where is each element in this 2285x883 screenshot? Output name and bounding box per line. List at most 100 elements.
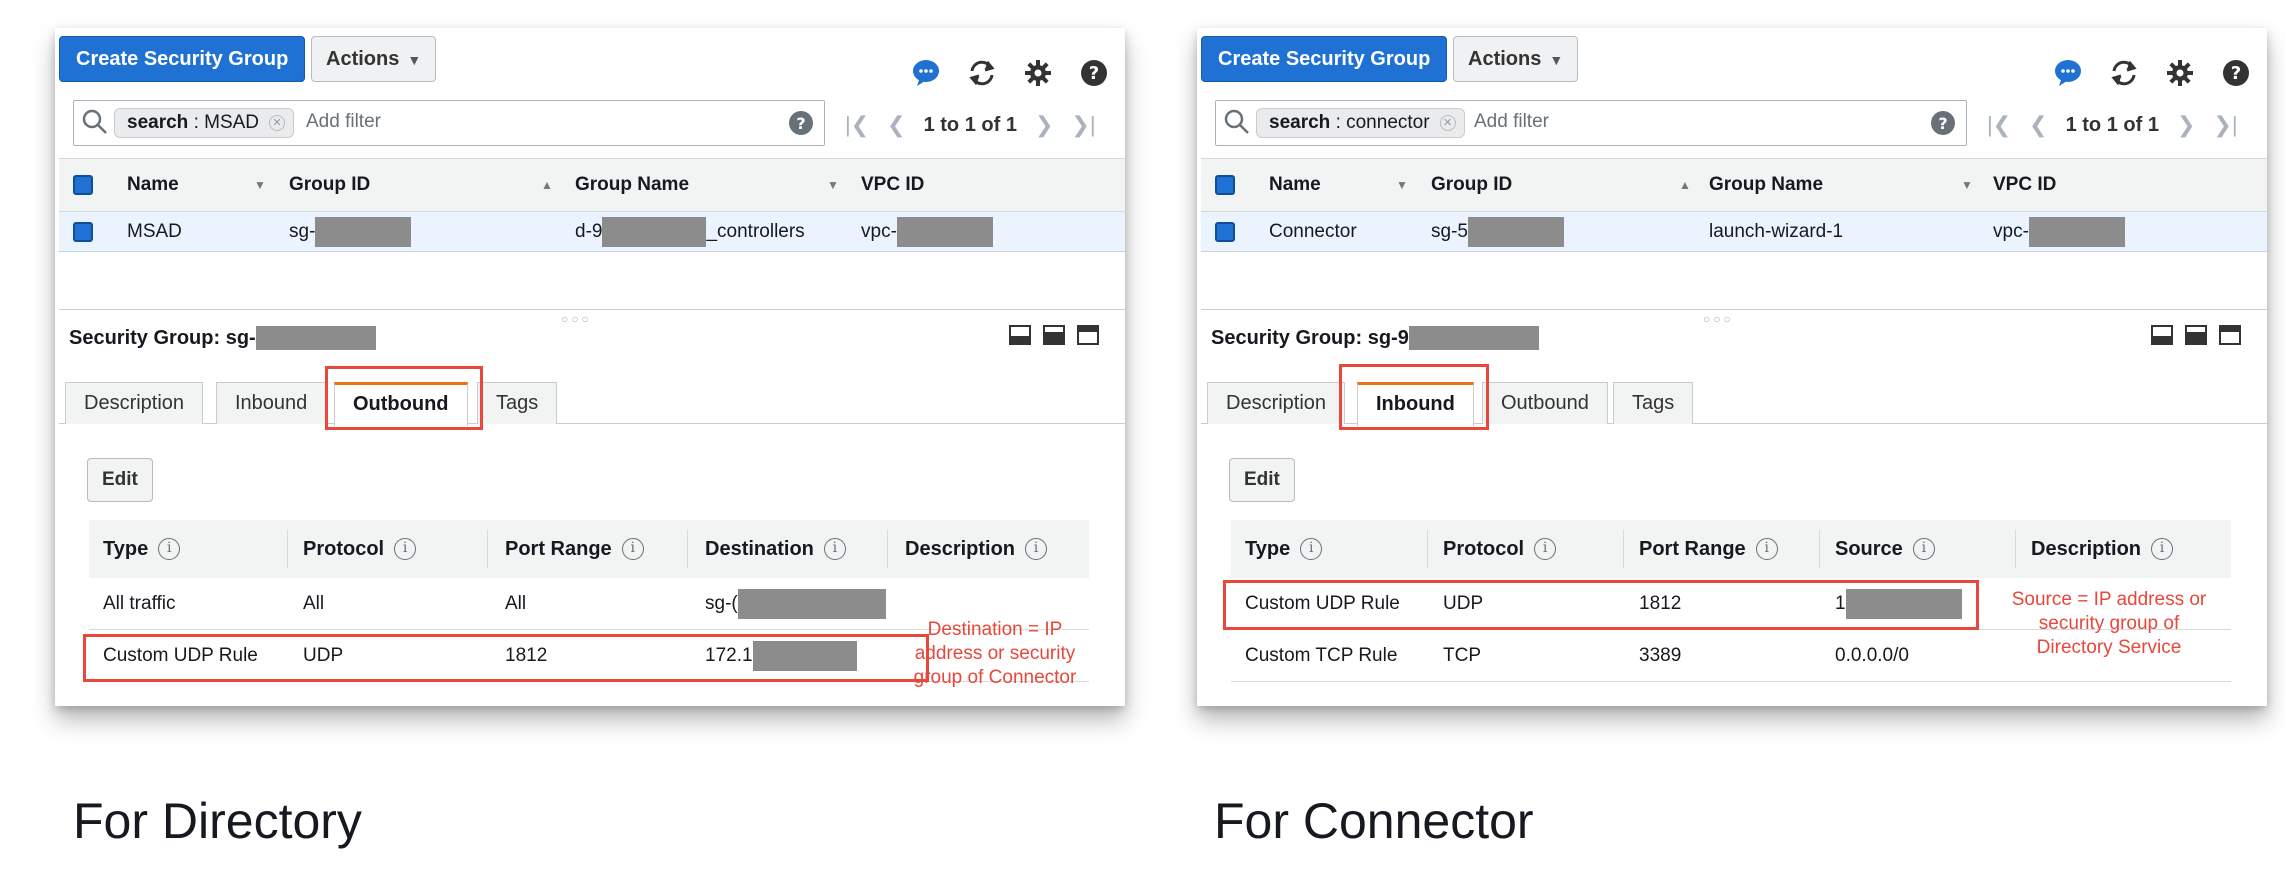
layout-bottom-icon[interactable] (1009, 325, 1031, 345)
security-group-title: Security Group: sg-9 (1211, 326, 1539, 350)
settings-gear-icon[interactable] (2163, 56, 2197, 90)
actions-dropdown-button[interactable]: Actions ▼ (311, 36, 437, 82)
refresh-icon[interactable] (965, 56, 999, 90)
drag-handle-icon[interactable]: ○○○ (1703, 312, 1734, 326)
row-checkbox[interactable] (73, 222, 93, 242)
rule-source: 0.0.0.0/0 (1835, 644, 1909, 666)
filter-help-icon[interactable]: ? (1930, 110, 1956, 141)
svg-text:?: ? (796, 114, 805, 133)
last-page-icon[interactable]: ❯| (2213, 112, 2237, 138)
col-vpc-id[interactable]: VPC ID (861, 159, 924, 211)
group-name-text: launch-wizard-1 (1709, 220, 1844, 242)
row-vpc-id: vpc- (1993, 212, 2125, 251)
col-vpc-id[interactable]: VPC ID (1993, 159, 2056, 211)
help-icon[interactable]: ? (1077, 56, 1111, 90)
col-group-name[interactable]: Group Name (1709, 159, 1823, 211)
search-filter-chip[interactable]: search : connector ✕ (1256, 108, 1465, 138)
table-row[interactable]: Connector sg-5 launch-wizard-1 vpc- (1201, 212, 2267, 252)
search-filter-bar[interactable]: search : connector ✕ Add filter ? (1215, 100, 1967, 146)
pagination: |❮ ❮ 1 to 1 of 1 ❯ ❯| (845, 112, 1096, 138)
first-page-icon[interactable]: |❮ (1987, 112, 2011, 138)
drag-handle-icon[interactable]: ○○○ (561, 312, 592, 326)
col-protocol: Protocol i (1443, 520, 1557, 578)
sort-ascending-icon[interactable]: ▲ (541, 178, 553, 192)
sort-ascending-icon[interactable]: ▲ (1679, 178, 1691, 192)
col-type-label: Type (103, 537, 149, 560)
help-icon[interactable]: ? (2219, 56, 2253, 90)
filter-help-icon[interactable]: ? (788, 110, 814, 141)
col-name[interactable]: Name (1269, 159, 1321, 211)
info-icon[interactable]: i (1755, 538, 1778, 560)
layout-full-icon[interactable] (2219, 325, 2241, 345)
edit-rules-button[interactable]: Edit (87, 458, 153, 502)
tab-description[interactable]: Description (65, 382, 204, 424)
sort-caret-icon[interactable]: ▼ (1961, 178, 1973, 192)
col-source: Source i (1835, 520, 1935, 578)
security-group-table-header: Name ▼ Group ID ▲ Group Name ▼ VPC ID (59, 158, 1125, 212)
row-checkbox[interactable] (1215, 222, 1235, 242)
search-filter-bar[interactable]: search : MSAD ✕ Add filter ? (73, 100, 825, 146)
prev-page-icon[interactable]: ❮ (887, 112, 905, 138)
settings-gear-icon[interactable] (1021, 56, 1055, 90)
layout-split-icon[interactable] (2185, 325, 2207, 345)
col-name[interactable]: Name (127, 159, 179, 211)
tab-tags[interactable]: Tags (1613, 382, 1694, 424)
info-icon[interactable]: i (1534, 538, 1557, 560)
tab-outbound[interactable]: Outbound (1482, 382, 1608, 424)
pane-splitter[interactable] (1201, 309, 2267, 310)
svg-text:?: ? (1089, 63, 1099, 84)
sort-caret-icon[interactable]: ▼ (254, 178, 266, 192)
next-page-icon[interactable]: ❯ (1035, 112, 1053, 138)
col-description-label: Description (905, 537, 1016, 560)
select-all-checkbox[interactable] (73, 175, 93, 195)
chat-icon[interactable] (909, 56, 943, 90)
add-filter-input[interactable]: Add filter (306, 111, 381, 133)
first-page-icon[interactable]: |❮ (845, 112, 869, 138)
info-icon[interactable]: i (621, 538, 644, 560)
col-description: Description i (2031, 520, 2174, 578)
layout-split-icon[interactable] (1043, 325, 1065, 345)
info-icon[interactable]: i (1300, 538, 1323, 560)
sort-caret-icon[interactable]: ▼ (827, 178, 839, 192)
next-page-icon[interactable]: ❯ (2177, 112, 2195, 138)
svg-text:?: ? (1938, 114, 1947, 133)
page-range-text: 1 to 1 of 1 (2065, 113, 2159, 136)
pagination: |❮ ❮ 1 to 1 of 1 ❯ ❯| (1987, 112, 2238, 138)
info-icon[interactable]: i (394, 538, 417, 560)
pane-splitter[interactable] (59, 309, 1125, 310)
info-icon[interactable]: i (1912, 538, 1935, 560)
info-icon[interactable]: i (1025, 538, 1048, 560)
remove-filter-icon[interactable]: ✕ (1439, 115, 1456, 131)
last-page-icon[interactable]: ❯| (1071, 112, 1095, 138)
col-group-id[interactable]: Group ID (289, 159, 370, 211)
edit-rules-button[interactable]: Edit (1229, 458, 1295, 502)
search-filter-chip[interactable]: search : MSAD ✕ (114, 108, 295, 138)
connector-caption: For Connector (1214, 793, 1534, 849)
info-icon[interactable]: i (823, 538, 846, 560)
col-group-name[interactable]: Group Name (575, 159, 689, 211)
col-group-id[interactable]: Group ID (1431, 159, 1512, 211)
toolbar-icons: ? (909, 56, 1111, 90)
refresh-icon[interactable] (2107, 56, 2141, 90)
search-icon (82, 109, 108, 140)
remove-filter-icon[interactable]: ✕ (269, 115, 286, 131)
tab-inbound[interactable]: Inbound (216, 382, 327, 424)
chat-icon[interactable] (2051, 56, 2085, 90)
select-all-checkbox[interactable] (1215, 175, 1235, 195)
redacted-value (1408, 326, 1539, 350)
tab-tags[interactable]: Tags (477, 382, 558, 424)
rules-table-header: Type i Protocol i Port Range i Destination i… (89, 520, 1089, 578)
create-security-group-button[interactable]: Create Security Group (1201, 36, 1448, 82)
info-icon[interactable]: i (158, 538, 181, 560)
col-type-label: Type (1245, 537, 1291, 560)
actions-dropdown-button[interactable]: Actions ▼ (1453, 36, 1579, 82)
sort-caret-icon[interactable]: ▼ (1396, 178, 1408, 192)
add-filter-input[interactable]: Add filter (1474, 111, 1549, 133)
tab-description[interactable]: Description (1207, 382, 1346, 424)
info-icon[interactable]: i (2151, 538, 2174, 560)
layout-bottom-icon[interactable] (2151, 325, 2173, 345)
prev-page-icon[interactable]: ❮ (2029, 112, 2047, 138)
table-row[interactable]: MSAD sg- d-9 _controllers vpc- (59, 212, 1125, 252)
create-security-group-button[interactable]: Create Security Group (59, 36, 306, 82)
layout-full-icon[interactable] (1077, 325, 1099, 345)
